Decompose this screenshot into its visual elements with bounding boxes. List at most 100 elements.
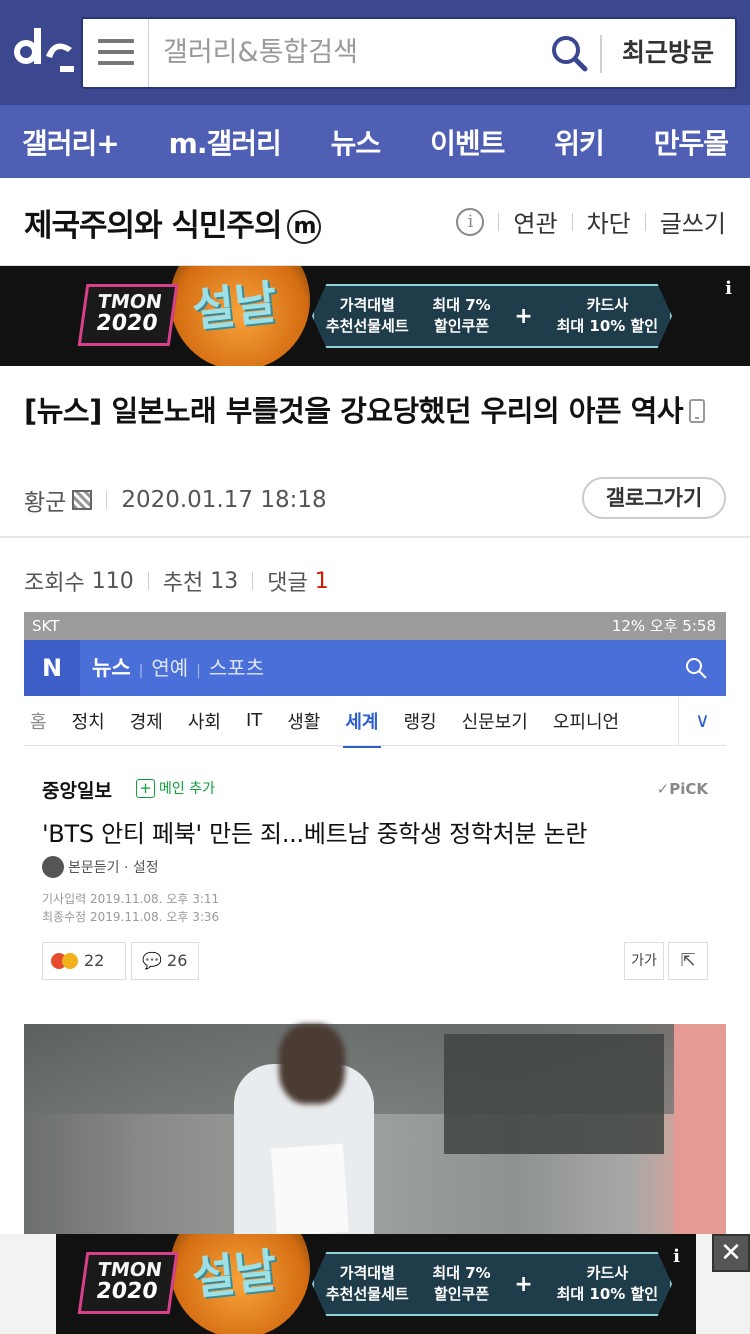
menu-button[interactable] [83, 19, 149, 87]
divider [252, 572, 254, 590]
views-label: 조회수 [24, 571, 85, 596]
listen-row: 본문듣기 · 설정 [42, 856, 159, 878]
input-date: 기사입력 2019.11.08. 오후 3:11 [42, 892, 220, 906]
category-item: 정치 [71, 711, 105, 733]
ad-offer-2: 최대 7% 할인쿠폰 [432, 1264, 491, 1303]
mobile-icon [689, 399, 706, 423]
embedded-screenshot: SKT 12% 오후 5:58 N 뉴스 | 연예 | 스포츠 홈 정치 경제 사회 I… [24, 612, 726, 1234]
search-input[interactable]: 갤러리&통합검색 [163, 19, 543, 87]
article-title: 'BTS 안티 페북' 만든 죄...베트남 중학생 정학처분 논란 [42, 820, 588, 848]
top-header: 갤러리&통합검색 최근방문 [0, 0, 750, 105]
fixed-nick-icon [72, 490, 93, 510]
chevron-down-icon: ∨ [678, 696, 726, 745]
ad-offer-1: 가격대별 추천선물세트 [325, 1264, 409, 1303]
add-main-badge: + 메인 추가 [136, 778, 215, 798]
category-item: 오피니언 [552, 711, 620, 733]
divider [498, 212, 500, 231]
ad-offer-1: 가격대별 추천선물세트 [325, 296, 409, 335]
post-title-text: [뉴스] 일본노래 부를것을 강요당했던 우리의 아픈 역사 [24, 394, 684, 428]
ad-plus: + [514, 1271, 533, 1297]
ad-offer-box: 가격대별 추천선물세트 최대 7% 할인쿠폰 + 카드사 최대 10% 할인 [312, 284, 672, 348]
search-bar: 갤러리&통합검색 최근방문 [81, 17, 737, 89]
post-title: [뉴스] 일본노래 부를것을 강요당했던 우리의 아픈 역사 [24, 388, 730, 435]
article-photo [24, 1024, 726, 1234]
nav-item-news[interactable]: 뉴스 [331, 122, 382, 162]
post-datetime: 2020.01.17 18:18 [121, 487, 327, 513]
tmon-logo: TMON 2020 [77, 1252, 179, 1314]
category-item: 사회 [187, 711, 221, 733]
tmon-logo: TMON 2020 [77, 284, 179, 346]
naver-tabs: 뉴스 | 연예 | 스포츠 [92, 656, 265, 680]
write-button[interactable]: 글쓰기 [660, 204, 726, 239]
category-item: 경제 [129, 711, 163, 733]
gallery-name-text[interactable]: 제국주의와 식민주의 [24, 208, 282, 244]
gallery-tools: i 연관 차단 글쓰기 [456, 204, 726, 239]
nav-item-m-gallery[interactable]: m.갤러리 [169, 122, 282, 162]
nav-item-wiki[interactable]: 위키 [554, 122, 605, 162]
article-dates: 기사입력 2019.11.08. 오후 3:11 최종수정 2019.11.08… [42, 890, 219, 926]
minor-gallery-badge: m [287, 210, 322, 244]
comments-label[interactable]: 댓글 [267, 565, 307, 597]
ad-content: TMON 2020 설날 가격대별 추천선물세트 최대 7% 할인쿠폰 + 카드사 최… [77, 1234, 680, 1334]
ad-content: TMON 2020 설날 가격대별 추천선물세트 최대 7% 할인쿠폰 + 카드사 최… [77, 266, 680, 366]
recommend-label: 추천 [162, 571, 204, 596]
bottom-ad-banner[interactable]: TMON 2020 설날 가격대별 추천선물세트 최대 7% 할인쿠폰 + 카드사 최… [56, 1234, 696, 1334]
ad-year: 2020 [94, 311, 160, 336]
ad-year: 2020 [94, 1279, 160, 1304]
search-divider [600, 35, 602, 73]
divider [147, 572, 149, 590]
font-size-button: 가가 [624, 942, 664, 980]
carrier: SKT [32, 617, 60, 635]
ad-plus: + [514, 303, 533, 329]
info-icon[interactable]: i [456, 207, 485, 236]
comment-box: 💬 26 [131, 942, 199, 980]
ad-offer-3: 카드사 최대 10% 할인 [556, 296, 659, 335]
post-stats: 조회수 110 추천 13 댓글 1 [24, 565, 329, 597]
ad-info-icon[interactable]: i [673, 1246, 680, 1267]
views-count: 110 [91, 568, 134, 594]
close-ad-button[interactable]: ✕ [712, 1234, 750, 1272]
ad-offer-3: 카드사 최대 10% 할인 [556, 1264, 659, 1303]
related-button[interactable]: 연관 [513, 204, 557, 239]
plus-icon: + [136, 779, 155, 798]
gallery-title-bar: 제국주의와 식민주의 m i 연관 차단 글쓰기 [0, 178, 750, 266]
dc-logo-icon[interactable] [10, 26, 76, 78]
category-item: 신문보기 [461, 711, 528, 733]
gallog-button[interactable]: 갤로그가기 [582, 477, 726, 519]
ad-banner[interactable]: TMON 2020 설날 가격대별 추천선물세트 최대 7% 할인쿠폰 + 카드사 최… [0, 266, 750, 366]
category-item: IT [245, 710, 263, 731]
gallery-name[interactable]: 제국주의와 식민주의 m [24, 200, 322, 245]
search-icon[interactable] [549, 33, 589, 73]
press-name: 중앙일보 [42, 780, 112, 802]
nav-item-event[interactable]: 이벤트 [430, 122, 505, 162]
author-name[interactable]: 황군 [24, 483, 66, 517]
block-button[interactable]: 차단 [587, 204, 631, 239]
tab-news: 뉴스 [92, 656, 131, 680]
divider [571, 212, 573, 231]
nav-item-gallery-plus[interactable]: 갤러리+ [22, 122, 120, 162]
naver-header: N 뉴스 | 연예 | 스포츠 [24, 640, 726, 696]
main-nav: 갤러리+ m.갤러리 뉴스 이벤트 위키 만두몰 [0, 105, 750, 178]
category-item: 생활 [287, 711, 321, 733]
modified-date: 최종수정 2019.11.08. 오후 3:36 [42, 910, 220, 924]
post-meta: 황군 2020.01.17 18:18 [24, 483, 327, 517]
ad-offer-box: 가격대별 추천선물세트 최대 7% 할인쿠폰 + 카드사 최대 10% 할인 [312, 1252, 672, 1316]
divider [644, 212, 646, 231]
comments-count[interactable]: 1 [315, 569, 329, 594]
smile-emoji-icon [62, 953, 78, 969]
recent-visits-button[interactable]: 최근방문 [613, 19, 723, 87]
divider-line [0, 536, 750, 538]
tab-entertainment: 연예 [151, 656, 189, 680]
status-bar: SKT 12% 오후 5:58 [24, 612, 726, 640]
bottom-ad: TMON 2020 설날 가격대별 추천선물세트 최대 7% 할인쿠폰 + 카드사 최… [0, 1234, 750, 1334]
share-icon: ⇱ [668, 942, 708, 980]
nav-item-mandumall[interactable]: 만두몰 [654, 122, 729, 162]
search-icon [686, 658, 707, 679]
naver-logo: N [24, 640, 80, 696]
ad-info-icon[interactable]: i [725, 278, 732, 299]
ad-title: 설날 [189, 274, 280, 338]
ad-brand: TMON [96, 1259, 164, 1281]
recommend-count: 13 [210, 568, 239, 594]
pick-badge: ✓PiCK [656, 780, 708, 798]
divider [106, 491, 108, 509]
